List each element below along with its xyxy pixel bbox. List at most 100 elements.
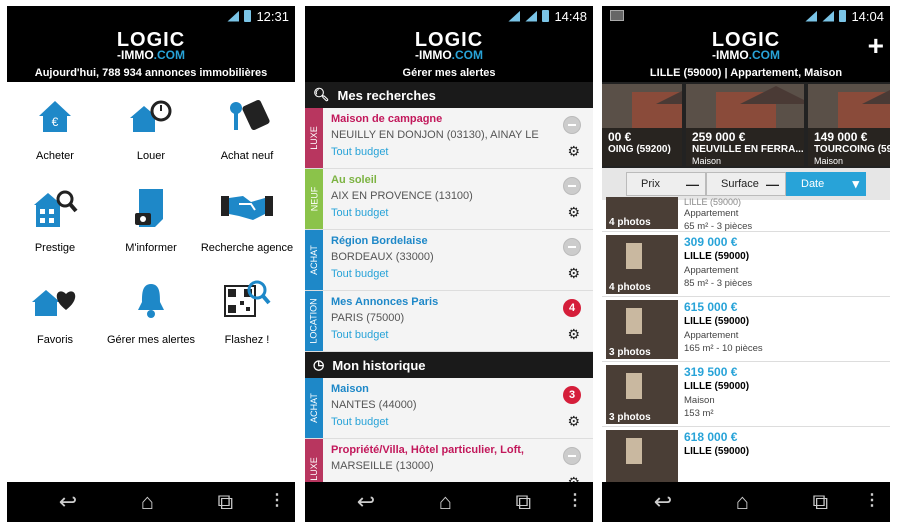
add-icon[interactable]: + — [868, 32, 884, 60]
listing-city: LILLE (59000) — [684, 316, 750, 327]
photo-count: 3 photos — [609, 412, 651, 423]
tile-m-informer[interactable]: M'informer — [103, 184, 199, 276]
tile-label: Louer — [136, 150, 166, 162]
listing-item[interactable]: 4 photos LILLE (59000) Appartement 65 m² - … — [602, 194, 890, 232]
home-icon[interactable]: ⌂ — [439, 491, 452, 513]
listing-type: Maison — [684, 395, 715, 406]
tile-louer[interactable]: Louer — [103, 92, 199, 184]
tile-label: Recherche agence — [200, 242, 294, 254]
alert-row[interactable]: LOCATION Mes Annonces Paris PARIS (75000) T… — [305, 291, 593, 352]
listing-item[interactable]: 3 photos 615 000 € LILLE (59000) Appartemen… — [602, 297, 890, 362]
home-screen: 12:31 LOGIC -IMMO.COM Aujourd'hui, 788 9… — [7, 6, 295, 522]
alert-budget: Tout budget — [331, 416, 389, 428]
back-icon[interactable]: ↩ — [357, 491, 375, 513]
more-icon[interactable]: ⋮ — [269, 492, 285, 510]
more-icon[interactable]: ⋮ — [864, 492, 880, 510]
new-results-badge: 3 — [563, 386, 581, 404]
listing-city: LILLE (59000) — [684, 381, 750, 392]
notification-image-icon — [610, 10, 624, 21]
listing-item[interactable]: 3 photos 319 500 € LILLE (59000) Maison 153 … — [602, 362, 890, 427]
battery-icon — [542, 10, 550, 22]
alert-location: NEUILLY EN DONJON (03130), AINAY LE — [331, 129, 539, 141]
sort-prix[interactable]: Prix — — [626, 172, 706, 196]
card-type: Maison — [814, 156, 844, 166]
category-tag: LOCATION — [305, 291, 323, 351]
category-tag: ACHAT — [305, 378, 323, 438]
card-type: Maison — [692, 156, 722, 166]
page-title: Gérer mes alertes — [402, 67, 496, 79]
house-heart-icon — [30, 276, 80, 324]
wifi-icon — [508, 10, 521, 22]
listing-photo: 4 photos — [606, 197, 678, 229]
gear-icon[interactable]: ⚙ — [567, 205, 580, 219]
more-icon[interactable]: ⋮ — [567, 492, 583, 510]
tile-label: Prestige — [34, 242, 76, 254]
alert-row[interactable]: ACHAT Région Bordelaise BORDEAUX (33000) To… — [305, 230, 593, 291]
battery-icon — [839, 10, 847, 22]
listing-city: LILLE (59000) — [684, 446, 750, 457]
signal-icon — [525, 10, 538, 22]
recent-apps-icon[interactable]: ⧉ — [218, 491, 234, 513]
sort-date[interactable]: Date ▾ — [786, 172, 866, 196]
property-photo — [838, 86, 890, 128]
tile-label: Gérer mes alertes — [106, 334, 196, 346]
tile-flashez-[interactable]: Flashez ! — [199, 276, 295, 368]
empty-badge — [563, 447, 581, 465]
tile-achat-neuf[interactable]: Achat neuf — [199, 92, 295, 184]
gear-icon[interactable]: ⚙ — [567, 266, 580, 280]
nav-bar: ↩ ⌂ ⧉ ⋮ — [602, 482, 890, 522]
listing-price: 615 000 € — [684, 300, 738, 314]
home-icon[interactable]: ⌂ — [736, 491, 749, 513]
sort-surface[interactable]: Surface — — [706, 172, 786, 196]
menu-grid: € Acheter Louer Achat neuf Prestige M'informe… — [7, 82, 295, 368]
featured-card[interactable]: 149 000 € TOURCOING (59 Maison — [808, 84, 890, 166]
listing-list: 4 photos LILLE (59000) Appartement 65 m² - … — [602, 194, 890, 492]
alerts-screen: 14:48 LOGIC -IMMO.COM Gérer mes alertes … — [305, 6, 593, 522]
minus-icon: — — [766, 176, 779, 192]
gear-icon[interactable]: ⚙ — [567, 327, 580, 341]
section-my-searches: 🔍︎ Mes recherches — [305, 82, 593, 108]
tile-recherche-agence[interactable]: Recherche agence — [199, 184, 295, 276]
status-time: 14:48 — [554, 8, 587, 24]
home-icon[interactable]: ⌂ — [141, 491, 154, 513]
card-price: 149 000 € — [814, 130, 868, 144]
back-icon[interactable]: ↩ — [59, 491, 77, 513]
alert-budget: Tout budget — [331, 268, 389, 280]
category-tag: ACHAT — [305, 230, 323, 290]
tile-label: M'informer — [125, 242, 177, 254]
card-city: TOURCOING (59 — [814, 144, 890, 155]
gear-icon[interactable]: ⚙ — [567, 144, 580, 158]
gear-icon[interactable]: ⚙ — [567, 414, 580, 428]
featured-card[interactable]: 00 € OING (59200) — [602, 84, 682, 166]
featured-card[interactable]: 259 000 € NEUVILLE EN FERRA... Maison — [686, 84, 804, 166]
tile-acheter[interactable]: € Acheter — [7, 92, 103, 184]
tile-g-rer-mes-alertes[interactable]: Gérer mes alertes — [103, 276, 199, 368]
listing-item[interactable]: 4 photos 309 000 € LILLE (59000) Appartemen… — [602, 232, 890, 297]
empty-badge — [563, 238, 581, 256]
listing-details: 165 m² - 10 pièces — [684, 343, 763, 354]
chevron-down-icon: ▾ — [852, 176, 859, 191]
alert-title: Mes Annonces Paris — [331, 296, 439, 308]
section-my-history: ◷ Mon historique — [305, 352, 593, 378]
back-icon[interactable]: ↩ — [654, 491, 672, 513]
tile-prestige[interactable]: Prestige — [7, 184, 103, 276]
alert-row[interactable]: NEUF Au soleil AIX EN PROVENCE (13100) Tout… — [305, 169, 593, 230]
category-tag: LUXE — [305, 108, 323, 168]
alert-row[interactable]: ACHAT Maison NANTES (44000) Tout budget 3 ⚙ — [305, 378, 593, 439]
status-bar: 14:04 — [602, 6, 890, 26]
recent-apps-icon[interactable]: ⧉ — [516, 491, 532, 513]
search-list: LUXE Maison de campagne NEUILLY EN DONJON … — [305, 108, 593, 352]
card-price: 259 000 € — [692, 130, 746, 144]
alert-row[interactable]: LUXE Maison de campagne NEUILLY EN DONJON … — [305, 108, 593, 169]
clock-icon: ◷ — [313, 357, 325, 372]
nav-bar: ↩ ⌂ ⧉ ⋮ — [7, 482, 295, 522]
signal-icon — [822, 10, 835, 22]
recent-apps-icon[interactable]: ⧉ — [813, 491, 829, 513]
tile-favoris[interactable]: Favoris — [7, 276, 103, 368]
app-header: LOGIC -IMMO.COM Aujourd'hui, 788 934 ann… — [7, 26, 295, 82]
alert-location: BORDEAUX (33000) — [331, 251, 434, 263]
listing-details: 85 m² - 3 pièces — [684, 278, 753, 289]
listing-price: 618 000 € — [684, 430, 738, 444]
featured-carousel: 00 € OING (59200) 259 000 € NEUVILLE EN FER… — [602, 82, 890, 168]
nav-bar: ↩ ⌂ ⧉ ⋮ — [305, 482, 593, 522]
